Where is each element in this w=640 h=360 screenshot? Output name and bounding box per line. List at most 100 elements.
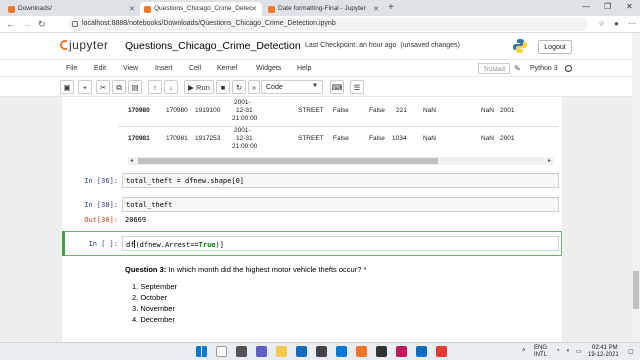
code-cell-editor[interactable]: df(dfnew.Arrest==True)] <box>122 236 559 251</box>
run-button[interactable]: ▶ Run <box>184 80 214 94</box>
cut-icon[interactable]: ✂ <box>96 80 110 94</box>
move-up-icon[interactable]: ↑ <box>148 80 162 94</box>
command-palette-icon[interactable]: ⌨ <box>330 80 344 94</box>
output-prompt: Out[38]: <box>84 216 118 224</box>
scrollbar-thumb[interactable] <box>633 271 639 309</box>
clock-time[interactable]: 02:41 PM <box>592 345 618 351</box>
menu-file[interactable]: File <box>66 65 77 72</box>
notebook-menubar: File Edit View Insert Cell Kernel Widget… <box>0 59 640 77</box>
close-tab-icon[interactable]: ✕ <box>129 5 135 13</box>
option-text: December <box>140 315 175 324</box>
tab-questions-notebook[interactable]: Questions_Chicago_Crime_Detec ✕ <box>140 2 262 16</box>
file-explorer-icon[interactable] <box>276 346 287 357</box>
table-cell: 2001 <box>500 107 515 114</box>
close-tab-icon[interactable]: ✕ <box>251 5 257 13</box>
jupyter-app-icon[interactable] <box>356 346 367 357</box>
restart-icon[interactable]: ↻ <box>232 80 246 94</box>
cell-type-select[interactable]: Code ▼ <box>261 80 323 94</box>
menu-insert[interactable]: Insert <box>155 65 173 72</box>
page-vertical-scrollbar[interactable] <box>632 33 640 342</box>
new-tab-icon[interactable]: + <box>388 2 394 13</box>
menu-widgets[interactable]: Widgets <box>256 65 281 72</box>
store-icon[interactable] <box>316 346 327 357</box>
app-icon[interactable] <box>396 346 407 357</box>
scroll-left-icon[interactable]: ◂ <box>130 157 133 164</box>
scroll-right-icon[interactable]: ▸ <box>548 157 551 164</box>
menu-edit[interactable]: Edit <box>94 65 106 72</box>
cell-prompt: In [36]: <box>84 177 118 185</box>
back-icon[interactable]: ← <box>6 19 15 29</box>
search-icon[interactable] <box>216 346 227 357</box>
url-text: localhost:8888/notebooks/Downloads/Quest… <box>82 20 336 27</box>
tab-label: Questions_Chicago_Crime_Detec <box>154 5 253 12</box>
battery-icon[interactable]: ▭ <box>576 348 582 355</box>
video-app-icon[interactable] <box>436 346 447 357</box>
more-options-icon[interactable]: ⋯ <box>628 19 636 28</box>
list-item: 1. September <box>132 282 178 291</box>
run-label: Run <box>196 83 210 92</box>
table-cell: NaN <box>481 107 495 114</box>
paste-icon[interactable]: ▤ <box>128 80 142 94</box>
close-window-icon[interactable]: ✕ <box>626 2 633 11</box>
logout-button[interactable]: Logout <box>538 40 572 54</box>
notebook-title[interactable]: Questions_Chicago_Crime_Detection <box>125 40 301 52</box>
maximize-icon[interactable]: ❐ <box>604 2 611 11</box>
table-cell: 1919100 <box>195 107 221 114</box>
close-tab-icon[interactable]: ✕ <box>373 5 379 13</box>
notification-icon[interactable]: ▢ <box>628 348 634 355</box>
task-view-icon[interactable] <box>236 346 247 357</box>
menu-kernel[interactable]: Kernel <box>217 65 237 72</box>
start-icon[interactable] <box>196 346 207 357</box>
jupyter-logo[interactable]: jupyter <box>60 38 109 52</box>
tab-date-formatting[interactable]: Date formatting-Final - Jupyter ✕ <box>264 2 384 16</box>
restart-run-all-icon[interactable]: » <box>248 80 260 94</box>
mail-icon[interactable] <box>336 346 347 357</box>
table-cell: 12-31 <box>236 107 253 114</box>
profile-icon[interactable]: ● <box>614 19 619 28</box>
scrollbar-thumb[interactable] <box>138 158 438 164</box>
interrupt-icon[interactable]: ■ <box>216 80 230 94</box>
table-row: 170980 170980 1919100 2001- 12-31 21:00:… <box>62 97 562 129</box>
minimize-icon[interactable]: — <box>582 2 590 11</box>
volume-icon[interactable]: ◖ <box>566 348 570 354</box>
reload-icon[interactable]: ↻ <box>38 19 46 30</box>
notebook-toolbar: ▣ + ✂ ⧉ ▤ ↑ ↓ ▶ Run ■ ↻ » Code ▼ ⌨ ☰ <box>0 77 640 97</box>
insert-cell-icon[interactable]: + <box>78 80 92 94</box>
table-cell: NaN <box>423 135 437 142</box>
edge-icon[interactable] <box>296 346 307 357</box>
keyboard-layout[interactable]: INTL <box>534 352 547 358</box>
tab-downloads[interactable]: Downloads/ ✕ <box>4 2 140 16</box>
jupyter-favicon-icon <box>8 6 15 13</box>
code-text: total_theft = dfnew.shape[0] <box>126 177 245 185</box>
edge-active-icon[interactable] <box>416 346 427 357</box>
edit-pencil-icon[interactable]: ✎ <box>514 64 521 73</box>
tab-label: Date formatting-Final - Jupyter <box>278 5 366 12</box>
menu-help[interactable]: Help <box>297 65 311 72</box>
menu-view[interactable]: View <box>123 65 138 72</box>
tray-chevron-up-icon[interactable]: ˄ <box>522 348 526 354</box>
teams-icon[interactable] <box>256 346 267 357</box>
list-item: 4. December <box>132 315 175 324</box>
menu-cell[interactable]: Cell <box>189 65 201 72</box>
url-field[interactable]: localhost:8888/notebooks/Downloads/Quest… <box>68 18 588 31</box>
output-horizontal-scrollbar[interactable]: ◂ ▸ <box>128 157 553 165</box>
row-divider <box>118 126 558 127</box>
forward-icon[interactable]: → <box>22 19 31 29</box>
trusted-indicator[interactable]: Trusted <box>478 63 510 74</box>
question-text: Question 3: In which month did the highe… <box>125 265 366 274</box>
terminal-icon[interactable] <box>376 346 387 357</box>
copy-icon[interactable]: ⧉ <box>112 80 126 94</box>
input-language[interactable]: ENG <box>534 345 547 351</box>
move-down-icon[interactable]: ↓ <box>164 80 178 94</box>
code-text: total_theft <box>126 201 173 209</box>
clock-date[interactable]: 19-12-2021 <box>588 352 619 358</box>
code-cell-input[interactable]: total_theft <box>122 197 559 212</box>
wifi-icon[interactable]: ◔ <box>556 348 560 354</box>
save-icon[interactable]: ▣ <box>60 80 74 94</box>
code-cell-input[interactable]: total_theft = dfnew.shape[0] <box>122 173 559 188</box>
checkpoint-status: Last Checkpoint: an hour ago (unsaved ch… <box>305 42 460 49</box>
kernel-idle-icon <box>565 65 572 72</box>
favorites-icon[interactable]: ☆ <box>598 19 605 28</box>
toggle-toolbar-icon[interactable]: ☰ <box>350 80 364 94</box>
table-cell: False <box>369 107 385 114</box>
